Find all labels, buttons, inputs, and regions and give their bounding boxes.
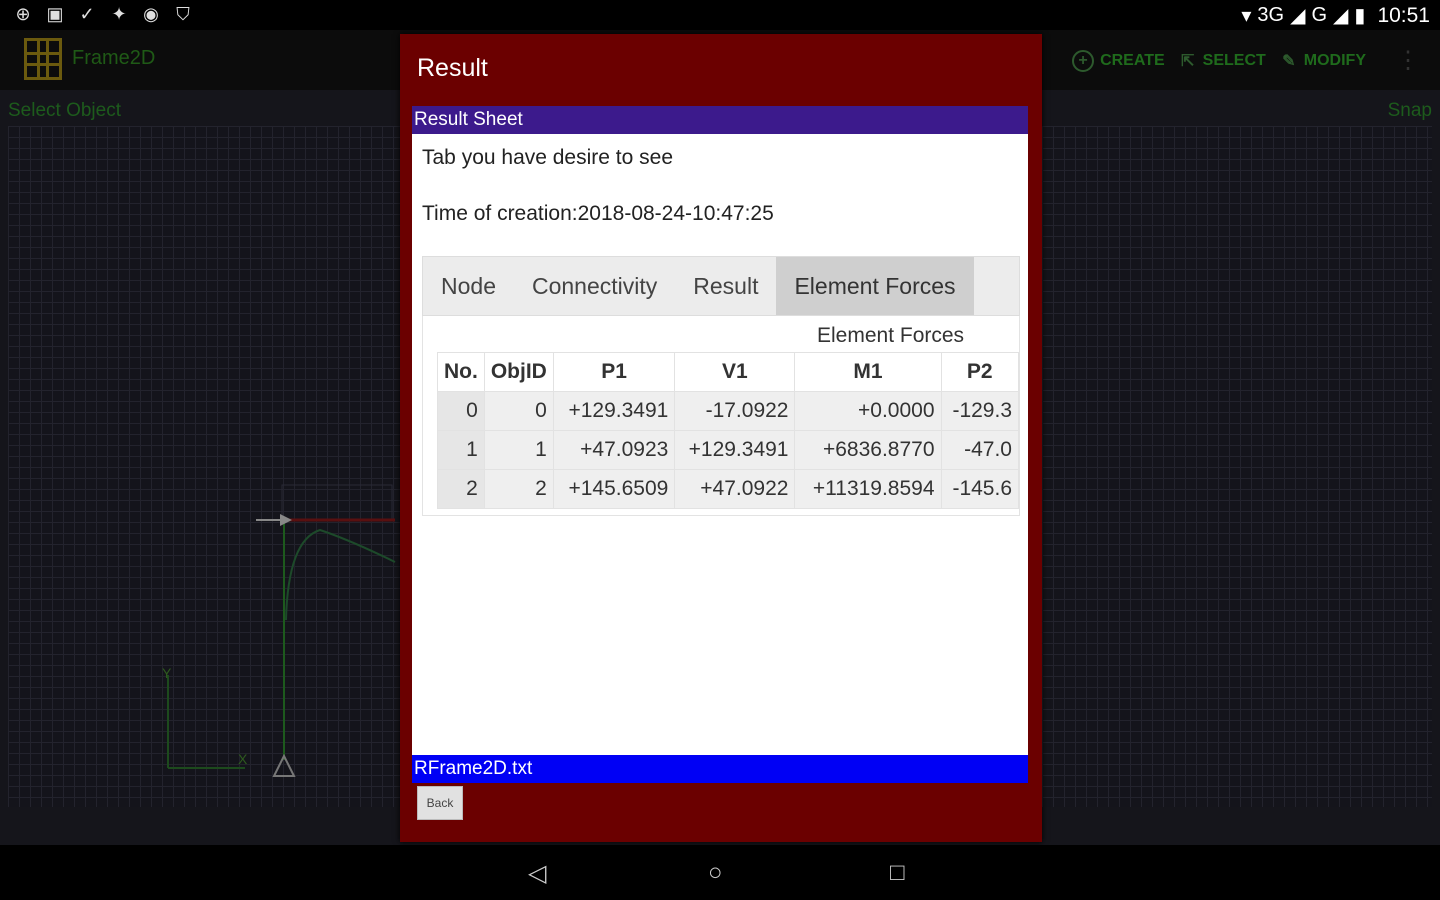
svg-text:Y: Y (162, 665, 172, 681)
battery-icon: ▮ (1354, 5, 1366, 27)
home-nav-icon[interactable]: ○ (708, 859, 723, 887)
table-row: 1 1 +47.0923 +129.3491 +6836.8770 -47.0 (437, 430, 1019, 470)
create-button[interactable]: + CREATE (1072, 49, 1165, 72)
sync-icon: ◉ (143, 4, 159, 24)
download-icon: ▣ (46, 4, 64, 24)
result-sheet-header: Result Sheet (412, 106, 1028, 134)
panel-title: Element Forces (817, 324, 965, 347)
table-header-row: No. ObjID P1 V1 M1 P2 (437, 352, 1019, 392)
result-sheet: Tab you have desire to see Time of creat… (412, 134, 1028, 755)
back-button[interactable]: Back (417, 786, 463, 820)
frame-model-drawing: Y X (162, 484, 396, 777)
cell: +145.6509 (552, 469, 676, 509)
plus-circle-icon: + (1072, 49, 1095, 72)
clock: 10:51 (1377, 3, 1430, 27)
cell: -47.0 (940, 430, 1019, 470)
table-row: 0 0 +129.3491 -17.0922 +0.0000 -129.3 (437, 391, 1019, 431)
tab-node[interactable]: Node (423, 257, 514, 315)
col-v1: V1 (674, 352, 796, 392)
select-label: SELECT (1202, 51, 1266, 69)
overflow-menu-icon[interactable]: ⋮ (1396, 46, 1420, 75)
col-m1: M1 (794, 352, 942, 392)
pointer-icon: ⇱ (1180, 52, 1195, 70)
usb-icon: ✦ (111, 4, 127, 24)
shield-icon: ⛉ (176, 4, 190, 24)
signal-icon: ◢ (1290, 5, 1306, 27)
cell: +129.3491 (674, 430, 796, 470)
wifi-icon: ▾ (1241, 5, 1252, 27)
col-p2: P2 (940, 352, 1019, 392)
cell: +47.0923 (552, 430, 676, 470)
back-nav-icon[interactable]: ◁ (528, 859, 546, 888)
cell: +47.0922 (674, 469, 796, 509)
app-actions: + CREATE ⇱ SELECT ✎ MODIFY ⋮ (1072, 46, 1420, 75)
frame-logo-icon (24, 38, 62, 80)
pencil-icon: ✎ (1282, 52, 1296, 70)
snap-label[interactable]: Snap (1388, 100, 1432, 122)
col-no: No. (437, 352, 485, 392)
cell: 2 (483, 469, 554, 509)
cell: 2 (437, 469, 485, 509)
modify-label: MODIFY (1303, 51, 1366, 69)
cell: -17.0922 (674, 391, 796, 431)
tab-element-forces[interactable]: Element Forces (776, 257, 974, 315)
result-tabs: Node Connectivity Result Element Forces (422, 256, 1020, 316)
col-objid: ObjID (483, 352, 554, 392)
table-row: 2 2 +145.6509 +47.0922 +11319.8594 -145.… (437, 469, 1019, 509)
create-label: CREATE (1100, 51, 1165, 69)
cell: 1 (437, 430, 485, 470)
col-p1: P1 (552, 352, 676, 392)
cell: +6836.8770 (794, 430, 942, 470)
recents-nav-icon[interactable]: □ (890, 859, 905, 887)
navigation-bar: ◁ ○ □ (0, 845, 1440, 900)
cell: 1 (483, 430, 554, 470)
network-type: 3G (1257, 4, 1285, 26)
cell: 0 (483, 391, 554, 431)
cell: +129.3491 (552, 391, 676, 431)
modify-button[interactable]: ✎ MODIFY (1280, 52, 1366, 70)
system-status: ▾ 3G ◢ G ◢ ▮ 10:51 (1241, 3, 1430, 28)
result-dialog: Result Result Sheet Tab you have desire … (400, 34, 1042, 842)
intro-text: Tab you have desire to see (422, 146, 673, 169)
element-forces-table: No. ObjID P1 V1 M1 P2 0 0 +129.3491 -17.… (437, 352, 1019, 509)
select-object-label: Select Object (8, 100, 121, 121)
creation-time: Time of creation:2018-08-24-10:47:25 (422, 202, 774, 225)
network-type-2: G (1311, 4, 1328, 26)
cell: -129.3 (940, 391, 1019, 431)
check-icon: ✓ (79, 4, 95, 24)
tab-result[interactable]: Result (675, 257, 776, 315)
file-name-bar: RFrame2D.txt (412, 755, 1028, 783)
element-forces-panel[interactable]: Element Forces No. ObjID P1 V1 M1 P2 0 0… (422, 316, 1020, 516)
select-button[interactable]: ⇱ SELECT (1179, 52, 1266, 70)
signal-icon-2: ◢ (1333, 5, 1349, 27)
app-title: Frame2D (72, 47, 156, 69)
cell: 0 (437, 391, 485, 431)
cell: +0.0000 (794, 391, 942, 431)
status-bar: ⊕ ▣ ✓ ✦ ◉ ⛉ ▾ 3G ◢ G ◢ ▮ 10:51 (0, 0, 1440, 30)
tab-connectivity[interactable]: Connectivity (514, 257, 675, 315)
svg-text:X: X (238, 751, 248, 767)
cell: -145.6 (940, 469, 1019, 509)
notification-icons: ⊕ ▣ ✓ ✦ ◉ ⛉ (12, 4, 194, 25)
dialog-title: Result (417, 54, 488, 82)
app-notification-icon: ⊕ (15, 4, 31, 24)
cell: +11319.8594 (794, 469, 942, 509)
